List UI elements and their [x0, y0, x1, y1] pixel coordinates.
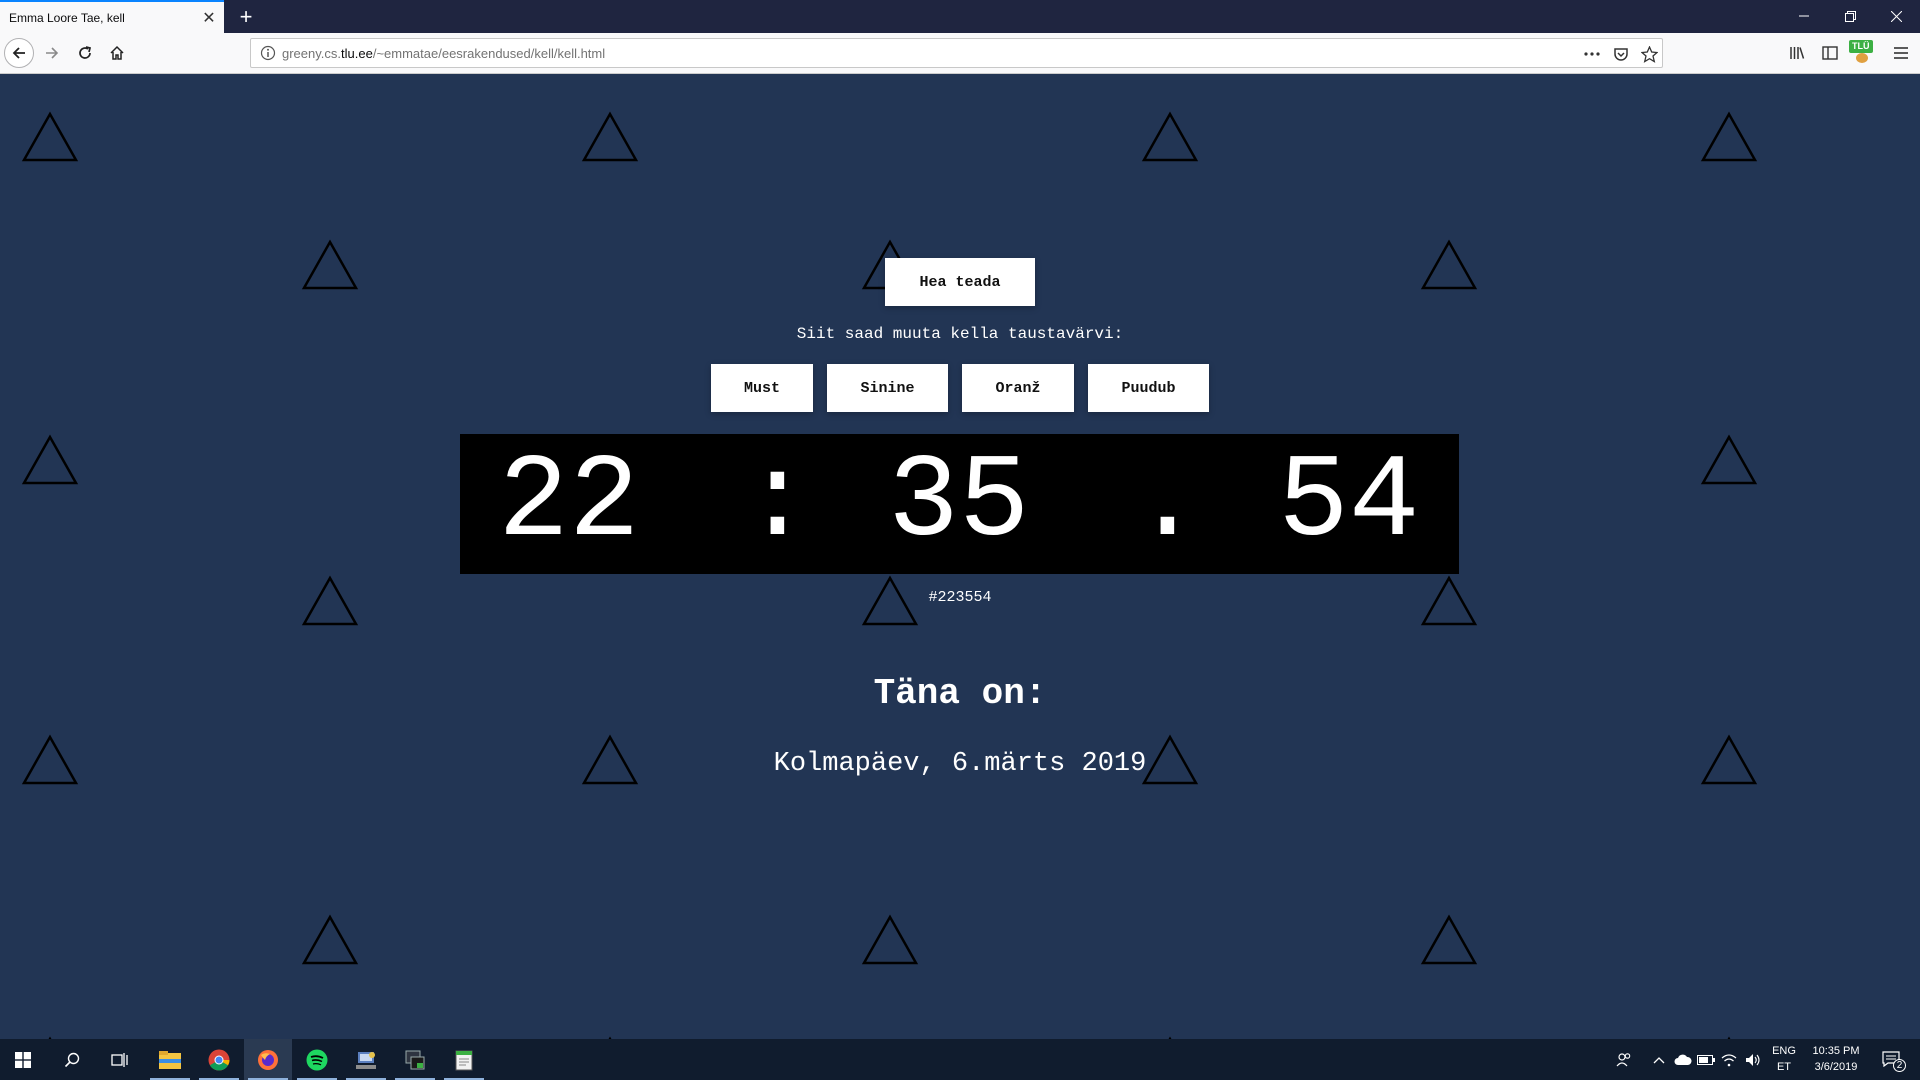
background-triangle	[861, 914, 919, 965]
hex-color-code: #223554	[928, 589, 992, 606]
minimize-icon	[1799, 15, 1809, 17]
chrome-icon	[208, 1049, 230, 1071]
background-triangle	[301, 914, 359, 965]
restore-button[interactable]	[1827, 0, 1873, 32]
background-triangle	[21, 111, 79, 162]
folder-icon	[159, 1050, 181, 1069]
pocket-icon[interactable]	[1609, 42, 1633, 66]
search-icon	[64, 1052, 80, 1067]
site-info-icon[interactable]	[260, 45, 276, 66]
start-button[interactable]	[0, 1039, 46, 1080]
today-heading: Täna on:	[873, 673, 1047, 714]
input-language[interactable]: ENG ET	[1769, 1043, 1799, 1075]
browser-tab-bar: Emma Loore Tae, kell ✕ +	[0, 0, 1920, 33]
background-triangle	[301, 239, 359, 290]
volume-button[interactable]	[1741, 1039, 1765, 1080]
spotify-icon	[306, 1049, 328, 1070]
firefox-icon	[258, 1049, 278, 1070]
background-triangle	[1700, 434, 1758, 485]
page-actions-icon[interactable]	[1580, 42, 1604, 66]
clock-display: 22 : 35 . 54	[460, 434, 1459, 574]
battery-button[interactable]	[1695, 1039, 1717, 1080]
clock-minutes: 35	[888, 437, 1030, 570]
color-orange-button[interactable]: Oranž	[962, 364, 1074, 412]
clock-separator-colon: :	[742, 437, 813, 570]
reload-icon	[79, 46, 92, 59]
background-triangle	[1700, 111, 1758, 162]
restore-icon	[1844, 10, 1856, 22]
color-black-button[interactable]: Must	[711, 364, 813, 412]
background-triangle	[1141, 111, 1199, 162]
info-button[interactable]: Hea teada	[885, 258, 1035, 306]
tab-active[interactable]: Emma Loore Tae, kell ✕	[0, 0, 224, 33]
close-icon	[1890, 10, 1902, 22]
tab-title: Emma Loore Tae, kell	[9, 10, 125, 25]
clock-seconds: 54	[1278, 437, 1420, 570]
taskbar-clock[interactable]: 10:35 PM 3/6/2019	[1800, 1043, 1872, 1075]
notepad-app-icon	[455, 1050, 473, 1070]
windows-taskbar: ENG ET 10:35 PM 3/6/2019 2	[0, 1039, 1920, 1080]
onedrive-button[interactable]	[1671, 1039, 1695, 1080]
back-button[interactable]	[4, 38, 34, 68]
extension-badge-icon[interactable]: TLÜ	[1847, 38, 1877, 68]
people-icon	[1616, 1052, 1631, 1066]
network-app-icon	[356, 1051, 376, 1069]
chevron-up-icon	[1653, 1056, 1665, 1063]
color-none-button[interactable]: Puudub	[1088, 364, 1209, 412]
instruction-text: Siit saad muuta kella taustavärvi:	[796, 325, 1124, 343]
background-triangle	[1420, 239, 1478, 290]
terminal-app-icon	[405, 1050, 425, 1069]
cloud-icon	[1674, 1054, 1692, 1065]
home-icon	[110, 45, 124, 60]
task-view-button[interactable]	[96, 1039, 144, 1080]
task-view-icon	[111, 1052, 128, 1067]
action-center-button[interactable]: 2	[1876, 1039, 1908, 1080]
new-tab-button[interactable]: +	[231, 2, 261, 32]
tab-close-icon[interactable]: ✕	[196, 5, 222, 31]
battery-icon	[1697, 1054, 1715, 1065]
color-blue-button[interactable]: Sinine	[827, 364, 948, 412]
close-window-button[interactable]	[1873, 0, 1919, 32]
forward-button[interactable]	[37, 38, 67, 68]
browser-toolbar: greeny.cs.tlu.ee/~emmatae/eesrakendused/…	[0, 33, 1920, 74]
background-triangle	[21, 434, 79, 485]
taskbar-spotify[interactable]	[293, 1039, 341, 1080]
wifi-icon	[1721, 1053, 1737, 1066]
menu-icon[interactable]	[1886, 38, 1916, 68]
minimize-button[interactable]	[1781, 0, 1827, 32]
home-button[interactable]	[102, 38, 132, 68]
taskbar-notepad-app[interactable]	[440, 1039, 488, 1080]
people-button[interactable]	[1611, 1039, 1637, 1080]
url-bar[interactable]: greeny.cs.tlu.ee/~emmatae/eesrakendused/…	[250, 38, 1663, 68]
library-icon[interactable]	[1782, 38, 1812, 68]
background-triangle	[581, 111, 639, 162]
forward-arrow-icon	[46, 47, 59, 59]
clock-hours: 22	[498, 437, 640, 570]
notification-count: 2	[1893, 1058, 1906, 1072]
taskbar-firefox[interactable]	[244, 1039, 292, 1080]
windows-logo-icon	[15, 1051, 31, 1068]
url-text: greeny.cs.tlu.ee/~emmatae/eesrakendused/…	[282, 45, 606, 61]
date-text: Kolmapäev, 6.märts 2019	[773, 749, 1147, 779]
reload-button[interactable]	[70, 38, 100, 68]
wifi-button[interactable]	[1718, 1039, 1740, 1080]
back-arrow-icon	[12, 47, 25, 59]
page-content: Hea teada Siit saad muuta kella taustavä…	[0, 74, 1920, 1039]
taskbar-terminal-app[interactable]	[391, 1039, 439, 1080]
bookmark-star-icon[interactable]	[1637, 42, 1661, 66]
tray-overflow-button[interactable]	[1648, 1039, 1670, 1080]
taskbar-chrome[interactable]	[195, 1039, 243, 1080]
taskbar-network-app[interactable]	[342, 1039, 390, 1080]
volume-icon	[1746, 1053, 1760, 1066]
background-triangle	[1420, 914, 1478, 965]
taskbar-file-explorer[interactable]	[146, 1039, 194, 1080]
clock-separator-dot: .	[1132, 437, 1203, 570]
search-button[interactable]	[48, 1039, 96, 1080]
sidebar-icon[interactable]	[1815, 38, 1845, 68]
